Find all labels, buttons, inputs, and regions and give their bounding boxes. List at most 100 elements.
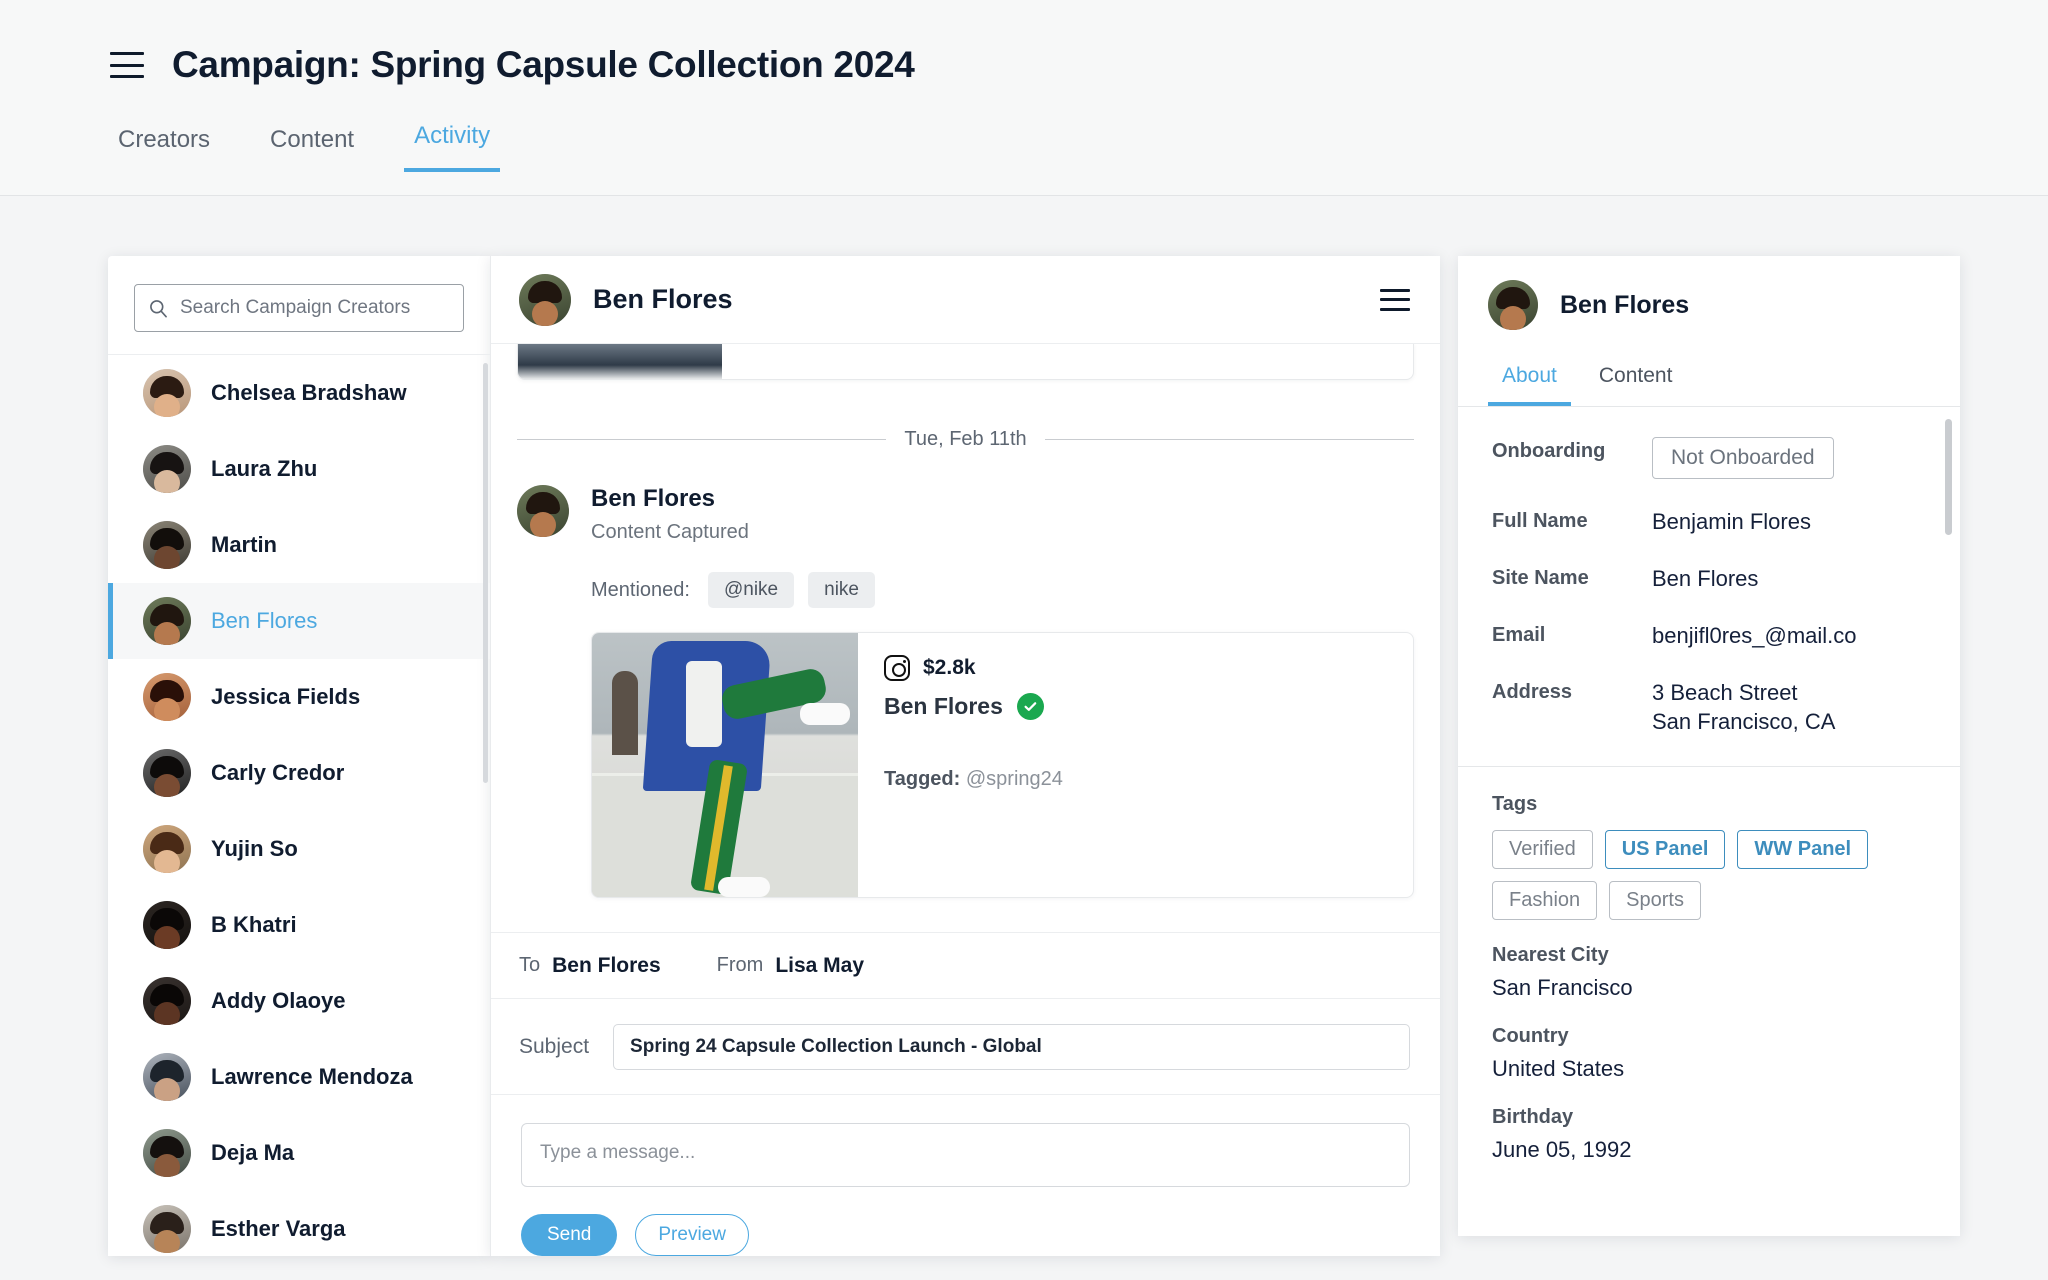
profile-scrollbar[interactable] (1945, 419, 1952, 535)
tag-chip[interactable]: US Panel (1604, 830, 1726, 870)
avatar (143, 369, 191, 417)
creator-list-item[interactable]: Jessica Fields (108, 659, 490, 735)
send-button[interactable]: Send (521, 1214, 618, 1256)
creators-list-scrollbar[interactable] (483, 363, 488, 783)
conversation-scroll[interactable]: Tue, Feb 11th Ben Flores Content Capture… (491, 344, 1440, 932)
profile-tabs: About Content (1458, 358, 1960, 407)
message-author: Ben Flores (591, 485, 716, 512)
search-box[interactable] (134, 284, 464, 332)
creator-name: B Khatri (211, 912, 297, 937)
previous-content-card[interactable] (517, 344, 1414, 380)
to-value: Ben Flores (552, 953, 661, 977)
avatar (143, 445, 191, 493)
creator-name: Addy Olaoye (211, 988, 346, 1013)
creator-list-item[interactable]: Carly Credor (108, 735, 490, 811)
about-row: Site Name Ben Flores (1492, 564, 1920, 593)
creator-name: Yujin So (211, 836, 298, 861)
page-header: Campaign: Spring Capsule Collection 2024… (0, 0, 2048, 196)
creator-name: Martin (211, 532, 277, 557)
from-value: Lisa May (775, 953, 865, 977)
tab-about[interactable]: About (1488, 358, 1571, 406)
mentions-label: Mentioned: (591, 578, 690, 601)
creator-list-item[interactable]: Lawrence Mendoza (108, 1039, 490, 1115)
message-header: Ben Flores Content Captured (517, 485, 1414, 544)
mention-chip[interactable]: @nike (707, 572, 795, 608)
onboarding-status-badge[interactable]: Not Onboarded (1652, 437, 1834, 479)
tab-creators[interactable]: Creators (108, 120, 220, 172)
tag-chip[interactable]: Fashion (1492, 881, 1598, 921)
about-value: benjifl0res_@mail.co (1652, 623, 1857, 649)
creator-name: Deja Ma (211, 1140, 295, 1165)
content-tagged-value: @spring24 (965, 768, 1063, 790)
creator-list-item[interactable]: Martin (108, 507, 490, 583)
creator-list-item[interactable]: Ben Flores (108, 583, 490, 659)
creator-name: Lawrence Mendoza (211, 1064, 413, 1089)
detail-group: Birthday June 05, 1992 (1492, 1106, 1926, 1163)
about-value: Benjamin Flores (1652, 509, 1811, 534)
hamburger-icon[interactable] (110, 52, 144, 78)
creator-list-item[interactable]: Chelsea Bradshaw (108, 355, 490, 431)
mentions-row: Mentioned: @nike nike (591, 572, 1414, 608)
creator-list-item[interactable]: Esther Varga (108, 1191, 490, 1256)
about-label: Email (1492, 624, 1546, 647)
about-row: Address 3 Beach Street San Francisco, CA (1492, 678, 1920, 736)
avatar (143, 521, 191, 569)
creator-list-item[interactable]: Addy Olaoye (108, 963, 490, 1039)
about-row: Onboarding Not Onboarded (1492, 437, 1920, 479)
search-input[interactable] (180, 297, 449, 319)
creator-name: Esther Varga (211, 1216, 346, 1241)
detail-value: June 05, 1992 (1492, 1137, 1632, 1163)
about-label: Site Name (1492, 567, 1589, 590)
conversation-panel: Ben Flores Tue, Feb 11th Ben Flores Cont… (490, 256, 1440, 1256)
profile-body[interactable]: Onboarding Not Onboarded Full Name Benjamin… (1458, 407, 1960, 1236)
about-block: Onboarding Not Onboarded Full Name Benjamin… (1458, 407, 1960, 768)
about-row: Email benjifl0res_@mail.co (1492, 621, 1920, 650)
avatar (519, 273, 571, 326)
about-row: Full Name Benjamin Flores (1492, 507, 1920, 536)
creator-list-item[interactable]: Yujin So (108, 811, 490, 887)
content-platform-row: $2.8k (884, 655, 1387, 681)
content-tagged: Tagged: @spring24 (884, 768, 1387, 791)
detail-group: Country United States (1492, 1025, 1926, 1082)
subject-input[interactable] (613, 1023, 1410, 1070)
creators-list[interactable]: Chelsea Bradshaw Laura Zhu Martin Ben Flore… (108, 354, 490, 1256)
creator-list-item[interactable]: Deja Ma (108, 1115, 490, 1191)
subject-label: Subject (519, 1034, 590, 1058)
content-card[interactable]: $2.8k Ben Flores Tagged: @spring24 (591, 632, 1414, 898)
content-photo (592, 633, 858, 897)
tab-activity[interactable]: Activity (404, 116, 501, 172)
tag-chip[interactable]: WW Panel (1737, 830, 1869, 870)
title-row: Campaign: Spring Capsule Collection 2024 (0, 0, 2048, 86)
message-composer: Send Preview (491, 1094, 1440, 1256)
date-divider-label: Tue, Feb 11th (904, 428, 1027, 450)
tag-chip[interactable]: Verified (1492, 830, 1593, 870)
detail-label: Birthday (1492, 1106, 1574, 1129)
message-input[interactable] (521, 1123, 1410, 1187)
conversation-header: Ben Flores (491, 256, 1440, 344)
detail-value: United States (1492, 1056, 1625, 1082)
tag-chip[interactable]: Sports (1609, 881, 1701, 921)
verified-check-icon (1016, 693, 1044, 720)
previous-content-thumbnail (518, 344, 722, 379)
creator-list-item[interactable]: Laura Zhu (108, 431, 490, 507)
date-divider: Tue, Feb 11th (517, 428, 1414, 451)
to-from-row: To Ben Flores From Lisa May (491, 932, 1440, 998)
avatar (143, 977, 191, 1025)
mention-chip[interactable]: nike (808, 572, 875, 608)
preview-button[interactable]: Preview (635, 1214, 749, 1256)
profile-panel: Ben Flores About Content Onboarding Not O… (1458, 256, 1960, 1236)
tag-list: Verified US Panel WW Panel Fashion Sports (1492, 830, 1892, 921)
creator-list-item[interactable]: B Khatri (108, 887, 490, 963)
composer-buttons: Send Preview (521, 1214, 1410, 1256)
tab-profile-content[interactable]: Content (1585, 358, 1687, 406)
avatar (143, 901, 191, 949)
avatar (143, 1129, 191, 1177)
avatar (1488, 280, 1538, 330)
creators-panel: Chelsea Bradshaw Laura Zhu Martin Ben Flore… (108, 256, 490, 1256)
conversation-menu-icon[interactable] (1380, 288, 1410, 311)
to-label: To (519, 954, 541, 976)
about-value: Ben Flores (1652, 566, 1759, 592)
avatar (143, 749, 191, 797)
tab-content[interactable]: Content (260, 120, 364, 172)
detail-value: San Francisco (1492, 975, 1633, 1001)
